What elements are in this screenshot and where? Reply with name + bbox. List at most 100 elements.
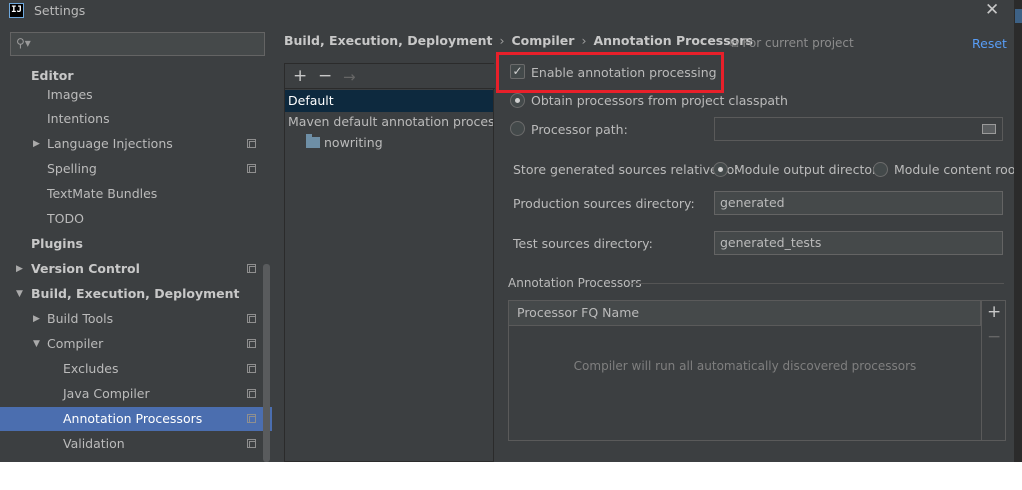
scope-label: For current project: [742, 36, 854, 50]
browse-folder-icon[interactable]: [982, 124, 996, 134]
sidebar-item-images[interactable]: Images: [0, 83, 272, 107]
sidebar-item-label: Build, Execution, Deployment: [31, 286, 240, 301]
sidebar-item-build-tools[interactable]: ▶ Build Tools: [0, 307, 272, 331]
sidebar-item-label: TODO: [47, 211, 84, 226]
chevron-down-icon[interactable]: ▼: [33, 332, 40, 356]
chevron-right-icon[interactable]: ▶: [16, 257, 23, 281]
test-sources-input[interactable]: generated_tests: [714, 231, 1003, 255]
sidebar-item-annotation-processors[interactable]: Annotation Processors: [0, 407, 272, 431]
sidebar-item-label: Validation: [63, 436, 125, 451]
chevron-down-icon[interactable]: ▼: [16, 282, 23, 306]
move-to-group-button[interactable]: →: [343, 68, 356, 86]
sidebar-item-version-control[interactable]: ▶ Version Control: [0, 257, 272, 281]
project-scope-icon: [247, 439, 256, 448]
profile-label: Default: [288, 93, 334, 108]
test-sources-label: Test sources directory:: [513, 236, 653, 251]
module-content-root-label[interactable]: Module content root: [894, 162, 1020, 177]
search-icon: ⚲▾: [16, 36, 31, 50]
sidebar-item-intentions[interactable]: Intentions: [0, 107, 272, 131]
intellij-app-icon: IJ: [9, 3, 24, 18]
profile-row-default[interactable]: Default: [285, 90, 493, 112]
sidebar-item-java-compiler[interactable]: Java Compiler: [0, 382, 272, 406]
sidebar-item-excludes[interactable]: Excludes: [0, 357, 272, 381]
sidebar-item-label: Plugins: [31, 236, 83, 251]
project-scope-icon: [247, 314, 256, 323]
store-generated-label: Store generated sources relative to:: [513, 162, 739, 177]
module-content-root-radio[interactable]: [873, 162, 888, 177]
sidebar-item-label: Build Tools: [47, 311, 114, 326]
sidebar-item-label: Images: [47, 87, 93, 102]
sidebar-item-label: Excludes: [63, 361, 119, 376]
obtain-from-classpath-label[interactable]: Obtain processors from project classpath: [531, 93, 788, 108]
close-icon[interactable]: ✕: [985, 0, 999, 20]
sidebar-item-compiler[interactable]: ▼ Compiler: [0, 332, 272, 356]
background-window-edge: [1014, 0, 1022, 462]
breadcrumb-separator: ›: [581, 33, 587, 48]
title-bar: IJ Settings ✕: [0, 0, 1022, 22]
sidebar-item-label: Annotation Processors: [63, 411, 203, 426]
window-title: Settings: [34, 3, 86, 18]
sidebar-item-label: Spelling: [47, 161, 97, 176]
sidebar-item-label: Java Compiler: [63, 386, 150, 401]
profile-label: Maven default annotation processors p: [288, 114, 493, 129]
processors-empty-text: Compiler will run all automatically disc…: [573, 359, 917, 373]
module-output-directory-label[interactable]: Module output directory: [734, 162, 885, 177]
copy-icon: ⧉: [730, 36, 739, 50]
sidebar-item-validation[interactable]: Validation: [0, 432, 272, 456]
add-processor-button[interactable]: +: [987, 302, 1001, 322]
project-scope-icon: [247, 364, 256, 373]
sidebar-scrollbar[interactable]: [263, 264, 270, 462]
processor-path-input[interactable]: [714, 117, 1003, 141]
sidebar-item-textmate-bundles[interactable]: TextMate Bundles: [0, 182, 272, 206]
project-scope-icon: [247, 164, 256, 173]
sidebar-item-language-injections[interactable]: ▶ Language Injections: [0, 132, 272, 156]
processors-table: Processor FQ Name + − Compiler will run …: [508, 300, 1006, 441]
reset-link[interactable]: Reset: [972, 36, 1007, 51]
add-profile-button[interactable]: +: [293, 66, 307, 86]
project-scope-icon: [247, 264, 256, 273]
scope-indicator: ⧉ For current project: [730, 36, 854, 51]
project-scope-icon: [247, 339, 256, 348]
section-divider: [630, 283, 1004, 284]
sidebar-item-label: TextMate Bundles: [47, 186, 158, 201]
breadcrumb-item: Build, Execution, Deployment: [284, 33, 493, 48]
obtain-from-classpath-radio[interactable]: [510, 93, 525, 108]
project-scope-icon: [247, 414, 256, 423]
project-scope-icon: [247, 389, 256, 398]
settings-search-input[interactable]: ⚲▾: [10, 32, 265, 56]
profiles-toolbar: + − →: [285, 64, 495, 89]
remove-processor-button[interactable]: −: [987, 327, 1001, 347]
enable-annotation-processing-checkbox[interactable]: ✓: [510, 64, 525, 79]
sidebar-item-label: Compiler: [47, 336, 104, 351]
production-sources-input[interactable]: generated: [714, 191, 1003, 215]
processor-path-radio[interactable]: [510, 121, 525, 136]
breadcrumb-separator: ›: [499, 33, 505, 48]
sidebar-item-build-execution-deployment[interactable]: ▼ Build, Execution, Deployment: [0, 282, 272, 306]
breadcrumb-item: Compiler: [511, 33, 575, 48]
project-scope-icon: [247, 139, 256, 148]
enable-annotation-processing-label[interactable]: Enable annotation processing: [531, 65, 717, 80]
table-toolbar-divider: [981, 301, 982, 440]
remove-profile-button[interactable]: −: [318, 66, 332, 86]
module-output-directory-radio[interactable]: [713, 162, 728, 177]
annotation-processors-section-title: Annotation Processors: [508, 276, 642, 290]
sidebar-item-spelling[interactable]: Spelling: [0, 157, 272, 181]
sidebar-item-label: Version Control: [31, 261, 140, 276]
processor-fq-name-column-header[interactable]: Processor FQ Name: [509, 301, 981, 326]
settings-sidebar: Editor Images Intentions ▶ Language Inje…: [0, 64, 274, 462]
chevron-right-icon[interactable]: ▶: [33, 132, 40, 156]
settings-window: IJ Settings ✕ ⚲▾ Editor Images Intention…: [0, 0, 1022, 462]
sidebar-item-label: Intentions: [47, 111, 110, 126]
breadcrumb: Build, Execution, Deployment › Compiler › An…: [284, 33, 753, 48]
processor-path-label[interactable]: Processor path:: [531, 122, 628, 137]
profiles-panel: + − → Default Maven default annotation p…: [284, 63, 495, 462]
background-app-icon: [1015, 9, 1022, 23]
sidebar-item-label: Language Injections: [47, 136, 173, 151]
chevron-right-icon[interactable]: ▶: [33, 307, 40, 331]
profile-row-maven-default[interactable]: Maven default annotation processors p: [285, 111, 493, 133]
sidebar-item-plugins[interactable]: Plugins: [0, 232, 272, 256]
sidebar-item-todo[interactable]: TODO: [0, 207, 272, 231]
breadcrumb-item: Annotation Processors: [593, 33, 753, 48]
module-label: nowriting: [324, 135, 383, 150]
module-folder-icon: [306, 134, 320, 148]
